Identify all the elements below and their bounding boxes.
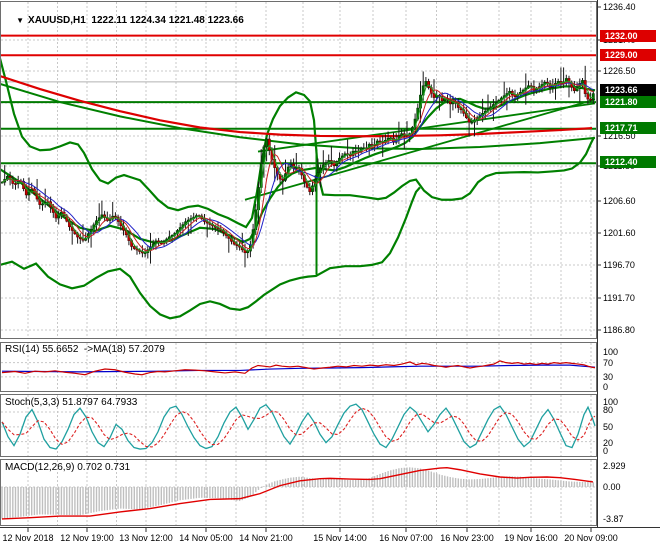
price-tick-label: 1196.70: [603, 260, 635, 270]
price-tick-label: 1186.80: [603, 325, 635, 335]
chart-symbol-label: XAUUSD,H1: [28, 15, 86, 26]
price-badge-green: 1212.40: [600, 156, 656, 168]
stoch-tick-label: 50: [603, 422, 614, 432]
chart-dropdown-icon[interactable]: ▼: [16, 16, 24, 25]
time-axis-label: 16 Nov 07:00: [379, 533, 433, 543]
chart-title: ▼ XAUUSD,H1 1222.11 1224.34 1221.48 1223.…: [5, 4, 244, 37]
rsi-tick-label: 0: [603, 382, 609, 392]
time-axis-label: 20 Nov 09:00: [564, 533, 618, 543]
stoch-pane-title: Stoch(5,3,3) 51.8797 64.7933: [5, 397, 138, 408]
time-axis-label: 19 Nov 16:00: [504, 533, 558, 543]
time-axis-label: 13 Nov 12:00: [119, 533, 173, 543]
rsi-pane-title: RSI(14) 55.6652 ->MA(18) 57.2079: [5, 344, 165, 355]
price-badge-red: 1229.00: [600, 49, 656, 61]
price-badge-green: 1217.71: [600, 122, 656, 134]
rsi-tick-label: 100: [603, 347, 619, 357]
rsi-tick-label: 70: [603, 358, 614, 368]
macd-pane-title: MACD(12,26,9) 0.702 0.731: [5, 462, 131, 473]
time-axis-label: 14 Nov 21:00: [239, 533, 293, 543]
macd-tick-label: 2.929: [603, 461, 626, 471]
chart-ohlc-values: 1222.11 1224.34 1221.48 1223.66: [91, 15, 244, 26]
price-tick-label: 1206.60: [603, 196, 636, 206]
rsi-tick-label: 30: [603, 372, 614, 382]
time-axis-label: 16 Nov 23:00: [440, 533, 494, 543]
price-badge-black: 1223.66: [600, 84, 656, 96]
macd-tick-label: 0.00: [603, 482, 621, 492]
trading-terminal-chart: ▼ XAUUSD,H1 1222.11 1224.34 1221.48 1223.…: [0, 0, 660, 550]
price-tick-label: 1236.40: [603, 2, 636, 12]
time-axis-label: 12 Nov 2018: [2, 533, 54, 543]
macd-tick-label: -3.87: [603, 514, 624, 524]
stoch-tick-label: 80: [603, 405, 614, 415]
price-tick-label: 1201.60: [603, 228, 636, 238]
price-badge-red: 1232.00: [600, 30, 656, 42]
price-tick-label: 1191.70: [603, 293, 635, 303]
price-tick-label: 1226.50: [603, 66, 636, 76]
stoch-tick-label: 0: [603, 446, 609, 456]
time-axis-label: 14 Nov 05:00: [179, 533, 233, 543]
time-axis-label: 12 Nov 19:00: [60, 533, 114, 543]
time-axis-label: 15 Nov 14:00: [313, 533, 367, 543]
price-badge-green: 1221.80: [600, 96, 656, 108]
